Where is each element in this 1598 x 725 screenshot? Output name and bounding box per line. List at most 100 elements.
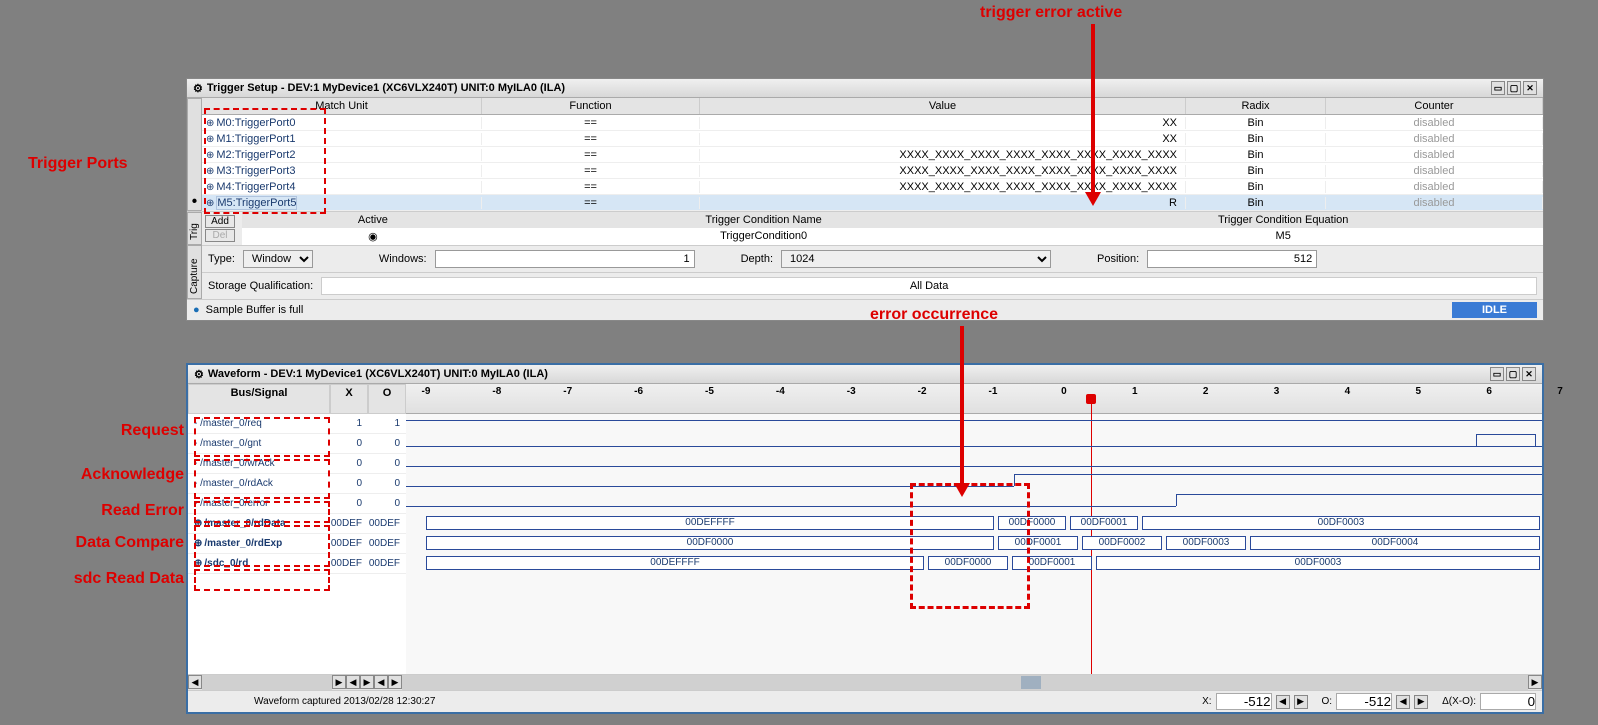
annotation-sdc: sdc Read Data [42, 570, 184, 588]
bus-rdexp-2: 00DF0002 [1082, 536, 1162, 550]
tab-trig[interactable]: Trig [187, 212, 202, 245]
tab-match[interactable]: ● [187, 98, 202, 211]
bus-rdexp-4: 00DF0004 [1250, 536, 1540, 550]
bus-rddata-3: 00DF0003 [1142, 516, 1540, 530]
close-icon[interactable]: ✕ [1523, 81, 1537, 95]
highlight-req-gnt [194, 417, 330, 457]
bus-rddata-2: 00DF0001 [1070, 516, 1138, 530]
del-button[interactable]: Del [205, 229, 235, 242]
bus-signal-header: Bus/Signal [188, 384, 330, 414]
match-row[interactable]: ⊕M4:TriggerPort4==XXXX_XXXX_XXXX_XXXX_XX… [202, 179, 1543, 195]
scroll-right-icon[interactable]: ▶ [332, 675, 346, 689]
waveform-title: Waveform - DEV:1 MyDevice1 (XC6VLX240T) … [208, 368, 548, 380]
sep-right-icon[interactable]: ▶ [360, 675, 374, 689]
o-next-icon[interactable]: ▶ [1414, 695, 1428, 709]
header-value: Value [700, 98, 1186, 114]
depth-label: Depth: [741, 253, 773, 265]
match-table-header: Match Unit Function Value Radix Counter [202, 98, 1543, 115]
ruler-tick: -3 [847, 386, 856, 397]
annotation-data-compare: Data Compare [40, 534, 184, 552]
delta-readout [1480, 693, 1536, 710]
windows-input[interactable] [435, 250, 695, 268]
active-radio[interactable]: ◉ [242, 228, 504, 245]
wf-minimize-icon[interactable]: ▭ [1490, 367, 1504, 381]
wave-gnt [406, 446, 1542, 447]
x-prev-icon[interactable]: ◀ [1276, 695, 1290, 709]
match-row[interactable]: ⊕M1:TriggerPort1==XXBindisabled [202, 131, 1543, 147]
sep-left-icon[interactable]: ◀ [346, 675, 360, 689]
header-active: Active [242, 212, 504, 228]
highlight-acks [194, 459, 330, 499]
annotation-ack: Acknowledge [54, 466, 184, 484]
ruler-tick: 2 [1203, 386, 1209, 397]
add-button[interactable]: Add [205, 215, 235, 228]
header-function: Function [482, 98, 700, 114]
status-text: Sample Buffer is full [206, 304, 304, 316]
bus-sdc-0: 00DEFFFF [426, 556, 924, 570]
type-select[interactable]: Window [243, 250, 313, 268]
scroll-left-icon[interactable]: ◀ [188, 675, 202, 689]
arrowhead-trigger-error [1085, 192, 1101, 206]
signal-o: 1 [368, 414, 406, 434]
signal-x: 0 [330, 494, 368, 514]
ruler-tick: -1 [989, 386, 998, 397]
wave-wrack [406, 466, 1542, 467]
minimize-icon[interactable]: ▭ [1491, 81, 1505, 95]
trigger-panel-title: Trigger Setup - DEV:1 MyDevice1 (XC6VLX2… [207, 82, 565, 94]
ruler-tick: -8 [492, 386, 501, 397]
waveform-panel: ⚙ Waveform - DEV:1 MyDevice1 (XC6VLX240T… [186, 363, 1544, 714]
signal-o: 0 [368, 474, 406, 494]
depth-select[interactable]: 1024 [781, 250, 1051, 268]
o-prev-icon[interactable]: ◀ [1396, 695, 1410, 709]
bus-sdc-3: 00DF0003 [1096, 556, 1540, 570]
x-next-icon[interactable]: ▶ [1294, 695, 1308, 709]
storage-field[interactable]: All Data [321, 277, 1537, 295]
wave-req [406, 420, 1542, 421]
arrow-error [960, 326, 964, 486]
capture-timestamp: Waveform captured 2013/02/28 12:30:27 [254, 696, 435, 707]
signal-o: 0 [368, 494, 406, 514]
x-readout[interactable] [1216, 693, 1272, 710]
signal-x: 0 [330, 474, 368, 494]
wf-close-icon[interactable]: ✕ [1522, 367, 1536, 381]
o-label: O: [1322, 696, 1333, 707]
annotation-trigger-error: trigger error active [980, 4, 1122, 22]
wave-err-high [1176, 494, 1542, 495]
wave-scroll-right-icon[interactable]: ▶ [1528, 675, 1542, 689]
position-input[interactable] [1147, 250, 1317, 268]
match-row[interactable]: ⊕M2:TriggerPort2==XXXX_XXXX_XXXX_XXXX_XX… [202, 147, 1543, 163]
ruler-tick: -6 [634, 386, 643, 397]
signal-x: 00DEF [330, 554, 368, 574]
trigger-setup-panel: ⚙ Trigger Setup - DEV:1 MyDevice1 (XC6VL… [186, 78, 1544, 321]
annotation-trigger-ports: Trigger Ports [28, 155, 128, 173]
status-dot-icon: ● [193, 304, 200, 316]
time-ruler: -9-8-7-6-5-4-3-2-101234567 [406, 384, 1542, 414]
ruler-tick: 6 [1486, 386, 1492, 397]
wf-maximize-icon[interactable]: ▢ [1506, 367, 1520, 381]
maximize-icon[interactable]: ▢ [1507, 81, 1521, 95]
sep2-left-icon[interactable]: ◀ [374, 675, 388, 689]
o-readout[interactable] [1336, 693, 1392, 710]
cond-equation[interactable]: M5 [1023, 228, 1543, 245]
signal-o: 0 [368, 434, 406, 454]
o-header: O [368, 384, 406, 414]
cond-name[interactable]: TriggerCondition0 [504, 228, 1024, 245]
signal-x: 00DEF [330, 534, 368, 554]
windows-label: Windows: [379, 253, 427, 265]
tab-capture[interactable]: Capture [187, 245, 202, 299]
signal-x: 0 [330, 454, 368, 474]
header-counter: Counter [1326, 98, 1543, 114]
sep2-right-icon[interactable]: ▶ [388, 675, 402, 689]
match-row[interactable]: ⊕M5:TriggerPort5==RBindisabled [202, 195, 1543, 211]
wave-scrollbar[interactable] [402, 675, 1528, 690]
wave-gnt-pulse [1476, 434, 1536, 446]
bus-rdexp-3: 00DF0003 [1166, 536, 1246, 550]
match-row[interactable]: ⊕M0:TriggerPort0==XXBindisabled [202, 115, 1543, 131]
arrowhead-error [954, 483, 970, 497]
match-row[interactable]: ⊕M3:TriggerPort3==XXXX_XXXX_XXXX_XXXX_XX… [202, 163, 1543, 179]
storage-label: Storage Qualification: [208, 280, 313, 292]
ruler-tick: 1 [1132, 386, 1138, 397]
signal-o: 0 [368, 454, 406, 474]
ruler-tick: -7 [563, 386, 572, 397]
ruler-tick: 4 [1345, 386, 1351, 397]
